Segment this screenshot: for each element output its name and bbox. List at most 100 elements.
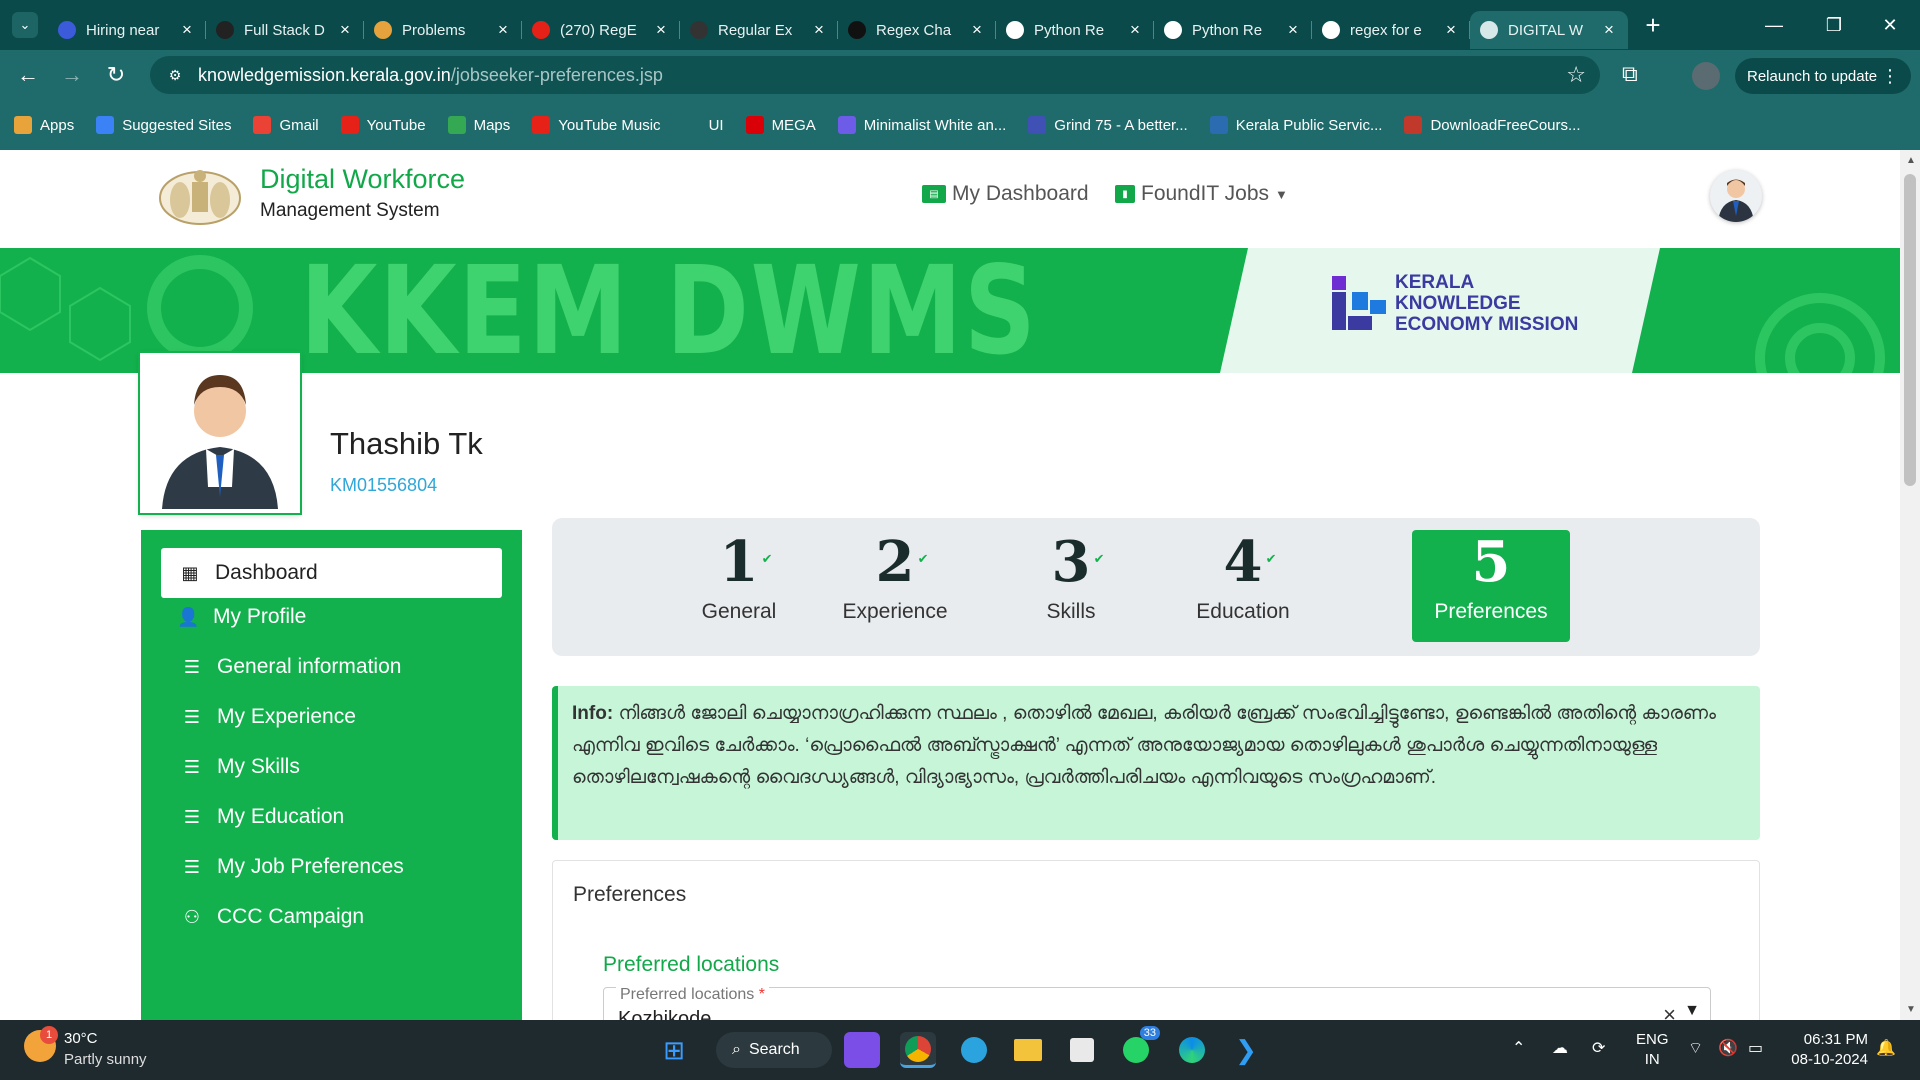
sidebar-item-my-experience[interactable]: ☰ My Experience	[161, 692, 502, 742]
tab-search-dropdown-icon[interactable]: ⌄	[12, 12, 38, 38]
sidebar-item-my-profile[interactable]: 👤 My Profile	[161, 592, 502, 642]
browser-tab[interactable]: Regex Cha ×	[838, 11, 996, 49]
close-tab-icon[interactable]: ×	[1126, 20, 1144, 40]
forward-button[interactable]: →	[50, 62, 94, 88]
windows-taskbar: 1 30°C Partly sunny ⊞ ⌕ Search 33 ❯ ⌃ ☁ ⟳…	[0, 1020, 1920, 1080]
whatsapp-icon[interactable]: 33	[1118, 1026, 1160, 1068]
site-info-icon[interactable]: ⚙	[164, 64, 186, 86]
more-menu-icon[interactable]: ⋮	[1881, 66, 1899, 87]
bookmark-item[interactable]: Kerala Public Servic...	[1209, 116, 1382, 134]
browser-tab[interactable]: Python Re ×	[1154, 11, 1312, 49]
vscode-icon[interactable]: ❯	[1228, 1032, 1264, 1068]
bookmark-item[interactable]: UI	[682, 116, 724, 134]
bookmark-star-icon[interactable]: ☆	[1566, 62, 1586, 88]
close-tab-icon[interactable]: ×	[178, 20, 196, 40]
tray-overflow-icon[interactable]: ⌃	[1512, 1038, 1525, 1058]
bookmark-item[interactable]: Apps	[14, 116, 74, 134]
folder-icon	[682, 116, 701, 134]
bookmark-item[interactable]: YouTube	[340, 116, 426, 134]
volume-muted-icon[interactable]: 🔇	[1718, 1038, 1738, 1058]
scrollbar-thumb[interactable]	[1904, 174, 1916, 486]
kerala-icon	[1480, 21, 1498, 39]
profile-photo[interactable]	[138, 351, 302, 515]
sidebar-item-my-skills[interactable]: ☰ My Skills	[161, 742, 502, 792]
close-tab-icon[interactable]: ×	[1600, 20, 1618, 40]
sidebar-item-general-information[interactable]: ☰ General information	[161, 642, 502, 692]
browser-tab[interactable]: Hiring near ×	[48, 11, 206, 49]
bookmark-item[interactable]: Maps	[447, 116, 510, 134]
brand-title[interactable]: Digital Workforce	[260, 164, 465, 195]
weather-temp[interactable]: 30°C	[64, 1030, 98, 1047]
sidebar-item-my-education[interactable]: ☰ My Education	[161, 792, 502, 842]
dropdown-arrow-icon[interactable]: ▼	[1684, 1002, 1700, 1020]
clear-selection-icon[interactable]: ×	[1663, 1002, 1676, 1020]
browser-tab[interactable]: (270) RegE ×	[522, 11, 680, 49]
bookmark-item[interactable]: DownloadFreeCours...	[1404, 116, 1581, 134]
close-window-icon[interactable]: ✕	[1860, 0, 1920, 50]
taskbar-search[interactable]: ⌕ Search	[716, 1032, 832, 1068]
sync-icon[interactable]: ⟳	[1592, 1038, 1605, 1058]
bookmark-item[interactable]: MEGA	[745, 116, 816, 134]
scroll-up-icon[interactable]: ▲	[1906, 155, 1916, 166]
search-icon: ⌕	[732, 1041, 741, 1058]
notification-bell-icon[interactable]: 🔔	[1876, 1038, 1896, 1058]
browser-tab[interactable]: DIGITAL W ×	[1470, 11, 1628, 49]
step-general[interactable]: 1 ✔ General	[660, 530, 818, 642]
bookmark-item[interactable]: Grind 75 - A better...	[1028, 116, 1188, 134]
page-scrollbar[interactable]: ▲ ▼	[1900, 150, 1920, 1020]
telegram-icon[interactable]	[956, 1032, 992, 1068]
step-education[interactable]: 4 ✔ Education	[1164, 530, 1322, 642]
step-skills[interactable]: 3 ✔ Skills	[992, 530, 1150, 642]
nav-my-dashboard[interactable]: ▤ My Dashboard	[922, 182, 1089, 206]
browser-tab[interactable]: Regular Ex ×	[680, 11, 838, 49]
weather-icon[interactable]: 1	[24, 1026, 58, 1062]
restore-icon[interactable]: ❐	[1804, 0, 1864, 50]
microsoft-store-icon[interactable]	[1064, 1032, 1100, 1068]
close-tab-icon[interactable]: ×	[1284, 20, 1302, 40]
preferred-locations-select[interactable]: Preferred locations * Kozhikode × ▼	[603, 986, 1711, 1020]
close-tab-icon[interactable]: ×	[336, 20, 354, 40]
sidebar-item-ccc-campaign[interactable]: ⚇ CCC Campaign	[161, 892, 502, 942]
copilot-icon[interactable]	[844, 1032, 880, 1068]
extensions-icon[interactable]: ⧉	[1622, 61, 1638, 87]
close-tab-icon[interactable]: ×	[1442, 20, 1460, 40]
minimize-icon[interactable]: —	[1744, 0, 1804, 50]
browser-tab[interactable]: Problems ×	[364, 11, 522, 49]
windows-start-icon[interactable]: ⊞	[656, 1032, 692, 1068]
browser-profile-avatar[interactable]	[1692, 62, 1720, 90]
scroll-down-icon[interactable]: ▼	[1906, 1004, 1916, 1015]
close-tab-icon[interactable]: ×	[810, 20, 828, 40]
clock[interactable]: 06:31 PM 08-10-2024	[1788, 1030, 1868, 1070]
relaunch-button[interactable]: Relaunch to update ⋮	[1735, 58, 1911, 94]
new-tab-button[interactable]: +	[1638, 10, 1668, 41]
user-avatar[interactable]	[1710, 170, 1762, 222]
nav-foundit-jobs[interactable]: ▮ FoundIT Jobs ▼	[1115, 182, 1288, 206]
battery-icon[interactable]: ▭	[1748, 1038, 1763, 1058]
onedrive-icon[interactable]: ☁	[1552, 1038, 1568, 1058]
step-experience[interactable]: 2 ✔ Experience	[816, 530, 974, 642]
browser-tab[interactable]: regex for e ×	[1312, 11, 1470, 49]
bookmark-item[interactable]: Gmail	[253, 116, 319, 134]
bookmark-icon	[837, 116, 856, 134]
step-preferences[interactable]: 5 Preferences	[1412, 530, 1570, 642]
weather-desc[interactable]: Partly sunny	[64, 1051, 147, 1068]
browser-tab[interactable]: Full Stack D ×	[206, 11, 364, 49]
sidebar-item-dashboard[interactable]: ▦ Dashboard	[161, 548, 502, 598]
close-tab-icon[interactable]: ×	[968, 20, 986, 40]
sidebar-item-my-job-preferences[interactable]: ☰ My Job Preferences	[161, 842, 502, 892]
close-tab-icon[interactable]: ×	[494, 20, 512, 40]
file-explorer-icon[interactable]	[1010, 1032, 1046, 1068]
back-button[interactable]: ←	[6, 62, 50, 88]
linkedin-icon	[58, 21, 76, 39]
wifi-icon[interactable]: ⌔	[1688, 1038, 1703, 1058]
chrome-icon[interactable]	[900, 1032, 936, 1068]
language-indicator[interactable]: ENG IN	[1636, 1030, 1669, 1070]
bookmark-item[interactable]: YouTube Music	[532, 116, 661, 134]
address-bar[interactable]: ⚙ knowledgemission.kerala.gov.in/jobseek…	[150, 56, 1600, 94]
edge-icon[interactable]	[1174, 1032, 1210, 1068]
reload-button[interactable]: ↻	[94, 62, 138, 88]
browser-tab[interactable]: Python Re ×	[996, 11, 1154, 49]
bookmark-item[interactable]: Minimalist White an...	[837, 116, 1006, 134]
close-tab-icon[interactable]: ×	[652, 20, 670, 40]
bookmark-item[interactable]: Suggested Sites	[96, 116, 231, 134]
